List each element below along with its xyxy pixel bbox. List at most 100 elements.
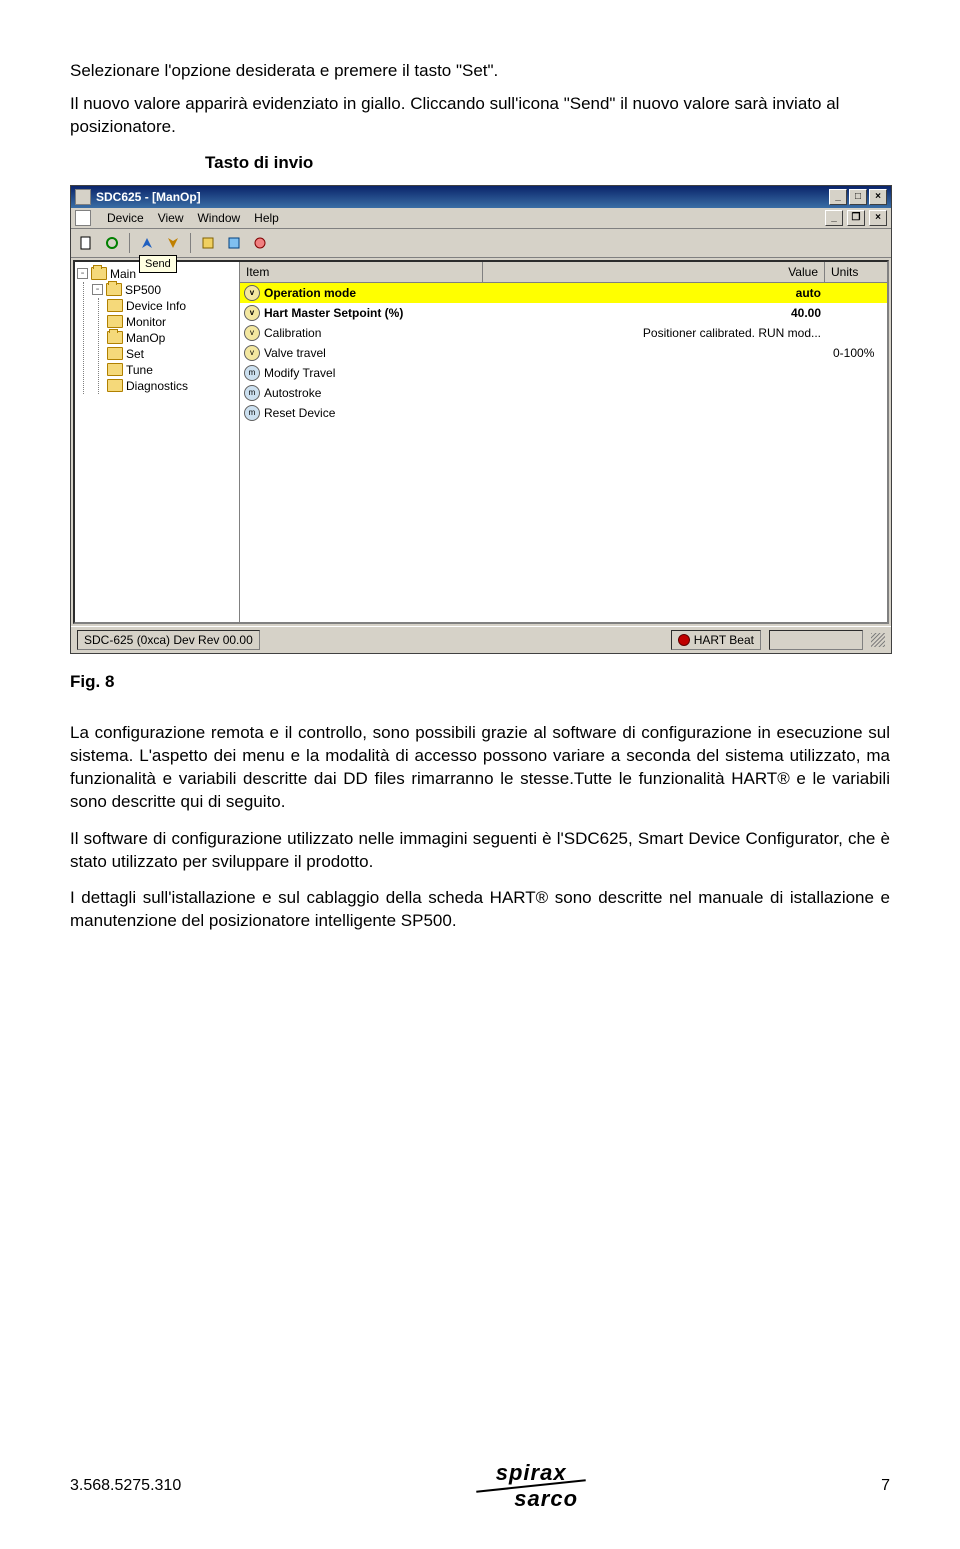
folder-icon [107,363,123,376]
row-value [470,371,829,375]
list-row[interactable]: vValve travel0-100% [240,343,887,363]
intro-line-1: Selezionare l'opzione desiderata e preme… [70,60,890,83]
send-button[interactable] [136,232,158,254]
col-header-item[interactable]: Item [240,262,483,282]
menu-view[interactable]: View [158,211,184,225]
variable-icon: v [244,345,260,361]
method-icon: m [244,405,260,421]
toolbar-separator-2 [190,233,191,253]
child-restore-button[interactable]: ❐ [847,210,865,226]
child-close-button[interactable]: × [869,210,887,226]
folder-icon [107,331,123,344]
row-value [470,351,829,355]
row-value [470,391,829,395]
method-icon: m [244,365,260,381]
row-units [829,311,887,315]
body-text: La configurazione remota e il controllo,… [70,722,890,934]
app-window: SDC625 - [ManOp] _ □ × Device View Windo… [70,185,892,654]
menu-device[interactable]: Device [107,211,144,225]
titlebar: SDC625 - [ManOp] _ □ × [71,186,891,208]
row-units [829,291,887,295]
tree-panel: - Main - SP500 Device Info Monitor ManOp… [75,262,240,622]
window-title: SDC625 - [ManOp] [96,190,201,204]
body-p3: Il software di configurazione utilizzato… [70,828,890,874]
variable-icon: v [244,285,260,301]
tool-button-2[interactable] [223,232,245,254]
toolbar-separator [129,233,130,253]
brand-logo: spirax sarco [476,1463,586,1509]
row-value: auto [470,284,829,302]
tree-label: Set [126,347,144,361]
row-units [829,411,887,415]
app-icon [75,189,91,205]
tree-label: ManOp [126,331,165,345]
figure-label: Fig. 8 [70,672,890,692]
tool-button-1[interactable] [197,232,219,254]
callout-label: Tasto di invio [205,153,890,173]
folder-icon [91,267,107,280]
row-value [470,411,829,415]
child-minimize-button[interactable]: _ [825,210,843,226]
footer-page-number: 7 [881,1477,890,1495]
tree-sp500[interactable]: - SP500 [92,282,237,298]
menubar: Device View Window Help _ ❐ × [71,208,891,229]
receive-button[interactable] [162,232,184,254]
list-row[interactable]: vHart Master Setpoint (%)40.00 [240,303,887,323]
tree-label: Tune [126,363,153,377]
tree-item-manop[interactable]: ManOp [107,330,237,346]
maximize-button[interactable]: □ [849,189,867,205]
folder-icon [107,347,123,360]
hart-beat-led-icon [678,634,690,646]
variable-icon: v [244,325,260,341]
scan-button[interactable] [101,232,123,254]
minimize-button[interactable]: _ [829,189,847,205]
folder-icon [107,299,123,312]
collapse-icon[interactable]: - [77,268,88,279]
list-row[interactable]: mAutostroke [240,383,887,403]
tree-item-tune[interactable]: Tune [107,362,237,378]
status-empty [769,630,863,650]
toolbar: Send [71,229,891,258]
close-button[interactable]: × [869,189,887,205]
body-p1b: L'aspetto dei menu e la modalità di acce… [70,746,890,811]
folder-icon [106,283,122,296]
status-right-text: HART Beat [694,633,754,647]
intro-line-2: Il nuovo valore apparirà evidenziato in … [70,93,890,139]
tree-root-label: Main [110,267,136,281]
row-value: Positioner calibrated. RUN mod... [470,324,829,342]
list-body: vOperation modeautovHart Master Setpoint… [240,283,887,622]
brand-bot: sarco [514,1489,578,1509]
collapse-icon[interactable]: - [92,284,103,295]
col-header-units[interactable]: Units [825,262,887,282]
row-label: Autostroke [264,384,470,402]
folder-icon [107,379,123,392]
list-row[interactable]: vCalibrationPositioner calibrated. RUN m… [240,323,887,343]
tree-item-set[interactable]: Set [107,346,237,362]
row-label: Valve travel [264,344,470,362]
row-label: Reset Device [264,404,470,422]
status-hart-beat: HART Beat [671,630,761,650]
list-panel: Item Value Units vOperation modeautovHar… [240,262,887,622]
row-units [829,331,887,335]
footer-doc-number: 3.568.5275.310 [70,1477,181,1495]
row-label: Hart Master Setpoint (%) [264,304,470,322]
tree-item-diagnostics[interactable]: Diagnostics [107,378,237,394]
tree-label: Diagnostics [126,379,188,393]
menu-window[interactable]: Window [197,211,240,225]
list-row[interactable]: mModify Travel [240,363,887,383]
row-units [829,391,887,395]
statusbar: SDC-625 (0xca) Dev Rev 00.00 HART Beat [71,626,891,653]
tree-item-device-info[interactable]: Device Info [107,298,237,314]
folder-icon [107,315,123,328]
col-header-value[interactable]: Value [483,262,825,282]
row-label: Calibration [264,324,470,342]
list-row[interactable]: mReset Device [240,403,887,423]
tree-item-monitor[interactable]: Monitor [107,314,237,330]
menu-help[interactable]: Help [254,211,279,225]
tool-button-3[interactable] [249,232,271,254]
new-doc-button[interactable] [75,232,97,254]
resize-grip-icon[interactable] [871,633,885,647]
workspace: - Main - SP500 Device Info Monitor ManOp… [73,260,889,624]
list-row[interactable]: vOperation modeauto [240,283,887,303]
tree-label: Device Info [126,299,186,313]
